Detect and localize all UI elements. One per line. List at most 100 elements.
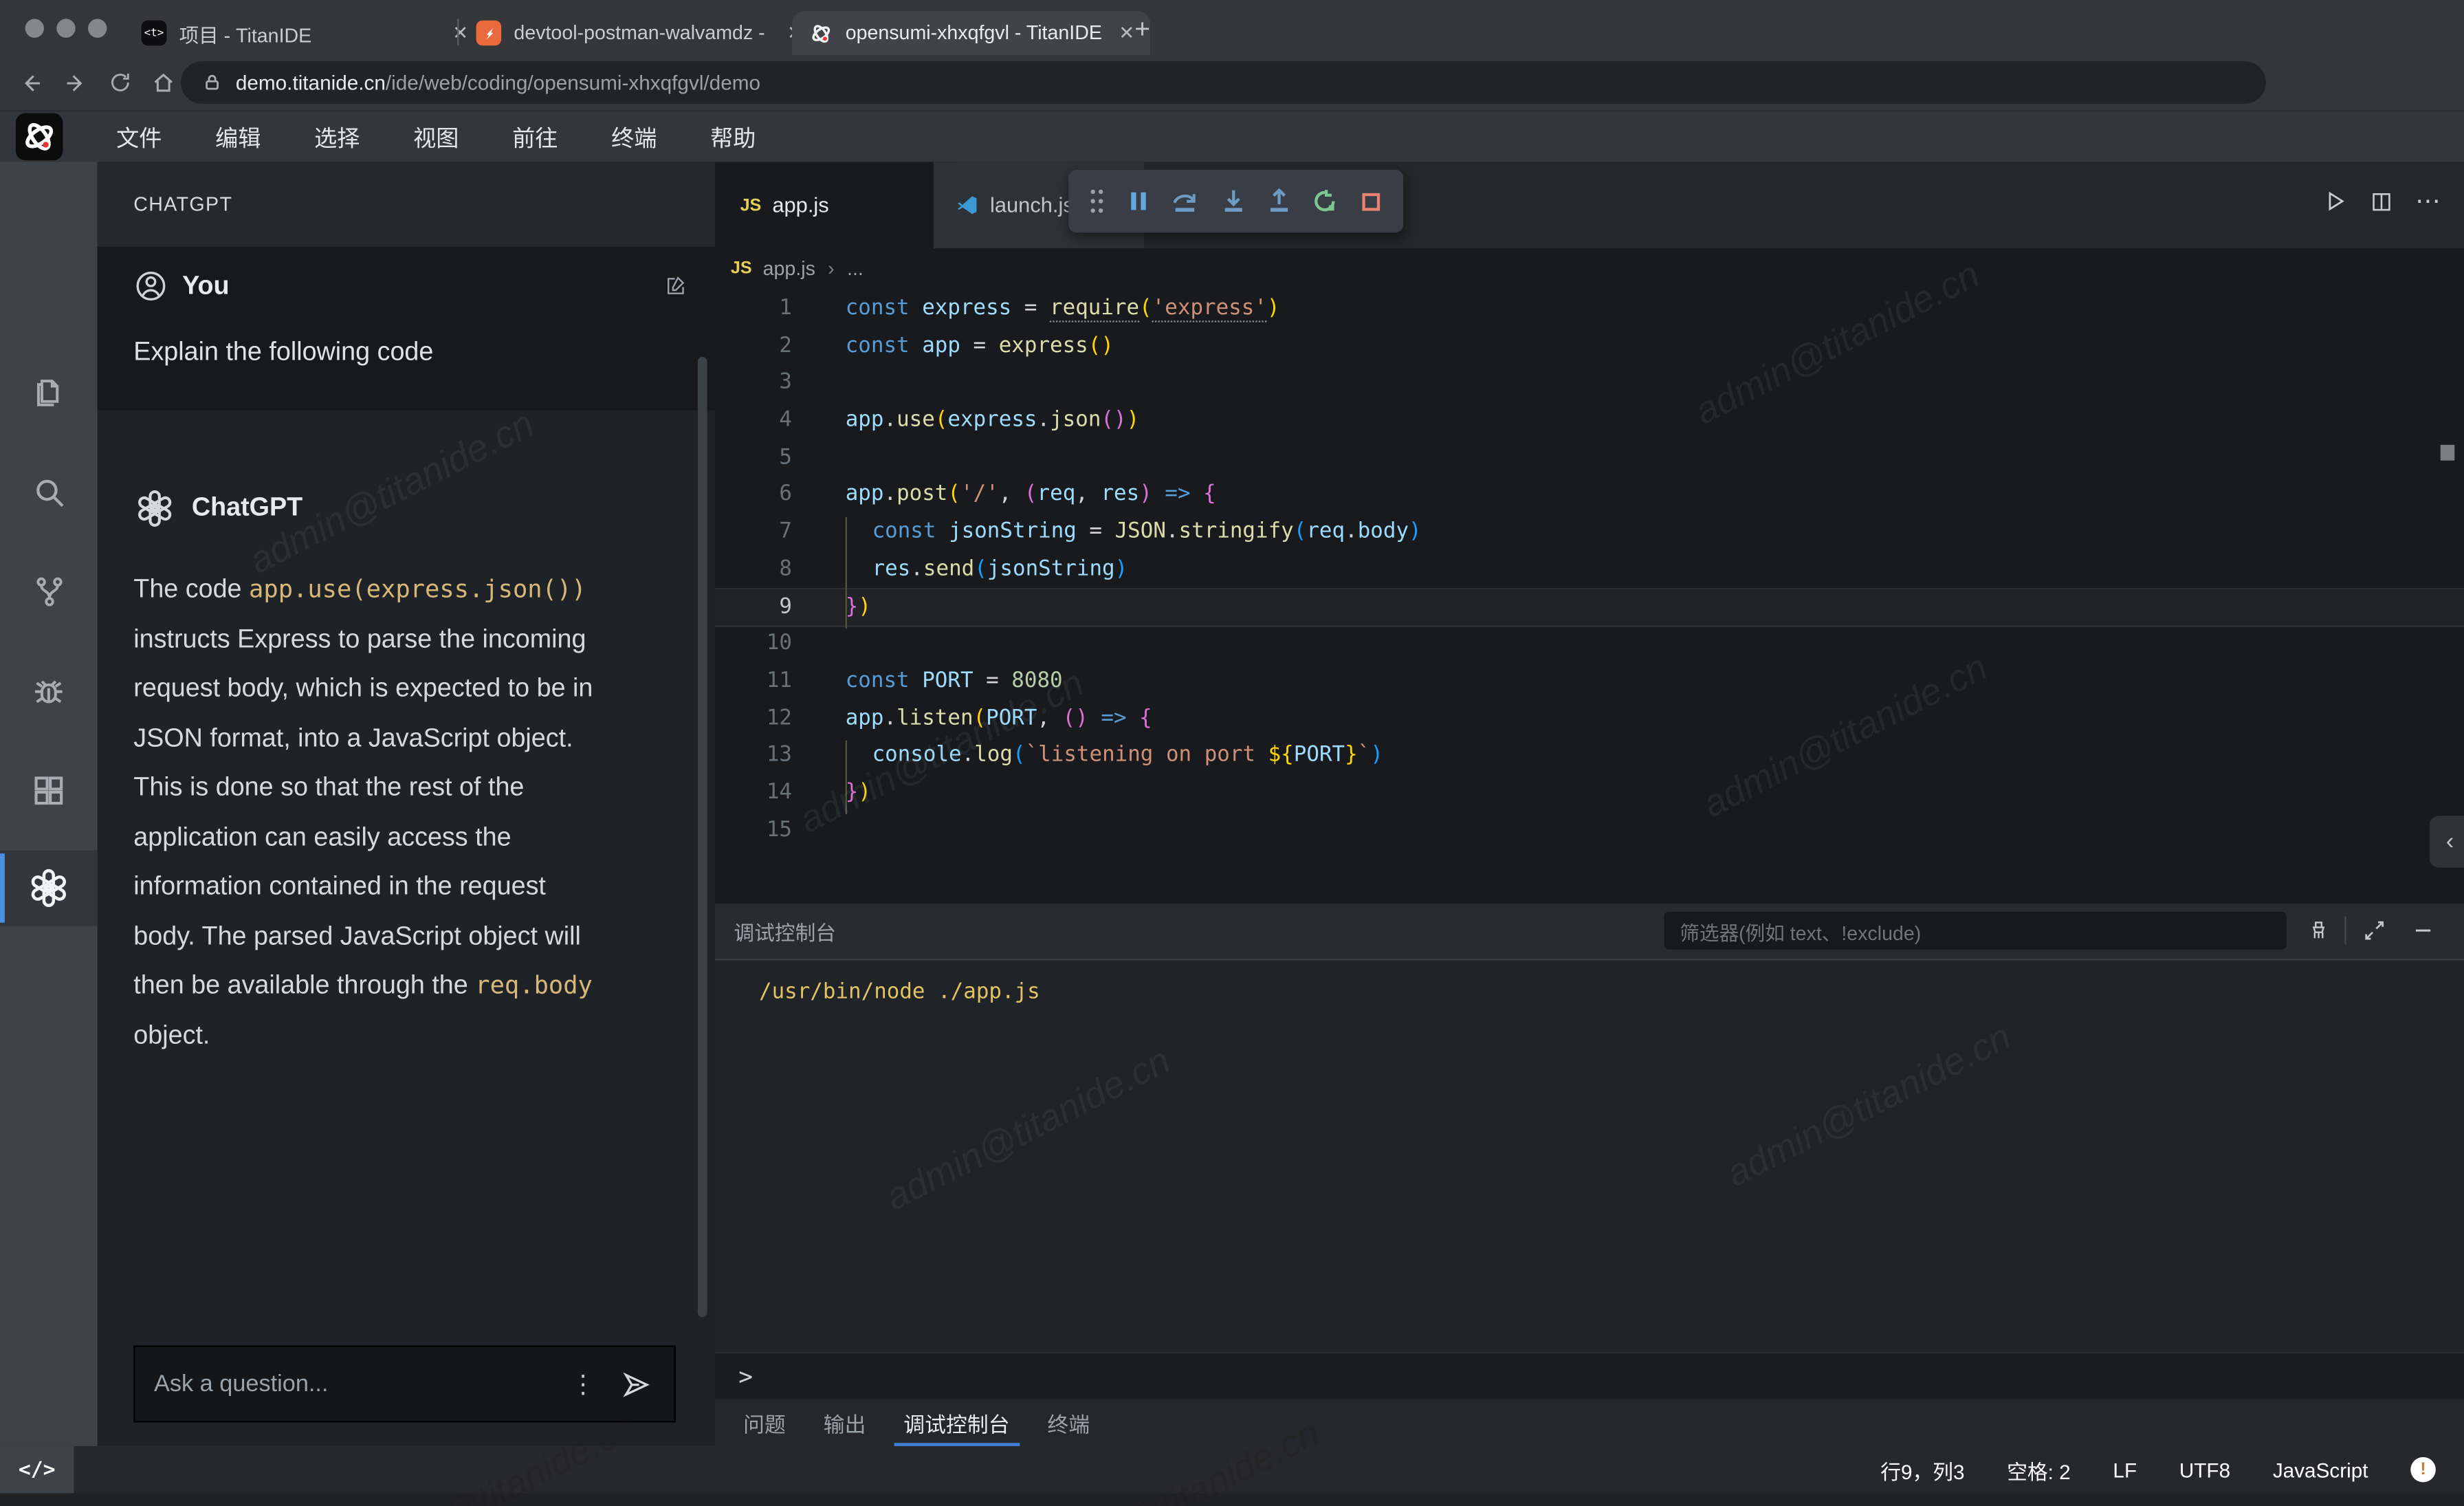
line-number: 7: [715, 514, 792, 552]
status-item[interactable]: 空格: 2: [2007, 1454, 2071, 1484]
debug-step-out-icon[interactable]: [1266, 188, 1292, 214]
breadcrumb-file[interactable]: app.js: [763, 257, 815, 279]
editor-tab-appjs[interactable]: JS app.js: [715, 162, 958, 248]
filter-placeholder: 筛选器(例如 text、!exclude): [1680, 915, 1921, 945]
line-number: 1: [715, 291, 792, 328]
menu-item[interactable]: 帮助: [710, 127, 756, 152]
code-line-4[interactable]: 4app.use(express.json()): [715, 402, 2464, 439]
status-item[interactable]: LF: [2113, 1458, 2137, 1481]
window-controls[interactable]: [25, 17, 120, 45]
right-panel-collapse-handle[interactable]: ‹: [2430, 816, 2464, 867]
split-editor-icon[interactable]: [2370, 189, 2393, 212]
bottom-panel-tabs: 问题输出调试控制台终端: [715, 1399, 2464, 1446]
titanide-logo-icon: [808, 21, 833, 46]
repl-prompt: >: [738, 1363, 753, 1391]
tab-title: opensumi-xhxqfgvl - TitanIDE: [846, 22, 1106, 44]
code-line-9[interactable]: 9}): [715, 589, 2464, 626]
answer-text: The code: [133, 576, 249, 604]
menu-item[interactable]: 文件: [116, 127, 162, 152]
status-bar: 行9，列3 空格: 2 LF UTF8 JavaScript !: [74, 1446, 2464, 1494]
code-line-8[interactable]: 8res.send(jsonString): [715, 552, 2464, 589]
menu-item[interactable]: 视图: [413, 127, 459, 152]
menu-item[interactable]: 编辑: [215, 127, 261, 152]
code-line-15[interactable]: 15: [715, 812, 2464, 849]
home-icon[interactable]: [142, 61, 186, 105]
editor-more-kebab-icon[interactable]: ⋯: [2415, 186, 2442, 217]
minimize-window-button[interactable]: [56, 19, 75, 37]
code-line-2[interactable]: 2const app = express(): [715, 328, 2464, 365]
debug-step-over-icon[interactable]: [1171, 188, 1199, 214]
notification-warning-icon[interactable]: !: [2410, 1457, 2436, 1483]
browser-tab-2[interactable]: devtool-postman-walvamdz - ✕: [461, 11, 819, 55]
code-line-7[interactable]: 7const jsonString = JSON.stringify(req.b…: [715, 514, 2464, 552]
clear-console-icon[interactable]: [2299, 912, 2337, 950]
panel-tab[interactable]: 终端: [1038, 1399, 1099, 1446]
console-repl-row[interactable]: >: [715, 1352, 2464, 1401]
debug-toolbar: [1068, 170, 1403, 232]
menu-item[interactable]: 选择: [314, 127, 360, 152]
code-line-3[interactable]: 3: [715, 365, 2464, 402]
breadcrumb-more[interactable]: ...: [847, 257, 864, 279]
editor-scrollbar-thumb[interactable]: [2441, 445, 2455, 461]
menu-item[interactable]: 终端: [611, 127, 657, 152]
forward-icon[interactable]: [54, 61, 98, 105]
assistant-answer-text: The code app.use(express.json()) instruc…: [133, 566, 608, 1061]
debug-bug-icon[interactable]: [0, 654, 98, 730]
code-line-12[interactable]: 12app.listen(PORT, () => {: [715, 700, 2464, 737]
debug-pause-icon[interactable]: [1126, 188, 1150, 214]
status-item[interactable]: 行9，列3: [1880, 1454, 1964, 1484]
tab-separator: [457, 19, 459, 45]
zoom-window-button[interactable]: [88, 19, 107, 37]
postman-icon: [476, 21, 502, 46]
panel-tab[interactable]: 输出: [814, 1399, 875, 1446]
browser-tab-active[interactable]: opensumi-xhxqfgvl - TitanIDE ✕: [792, 11, 1150, 55]
menu-item[interactable]: 前往: [512, 127, 558, 152]
code-line-1[interactable]: 1const express = require('express'): [715, 291, 2464, 328]
inline-code: app.use(express.json()): [249, 576, 586, 604]
edit-message-icon[interactable]: [665, 275, 687, 297]
ask-question-input[interactable]: Ask a question... ⋮: [133, 1346, 676, 1423]
status-item[interactable]: UTF8: [2179, 1458, 2230, 1481]
close-tab-icon[interactable]: ✕: [1119, 22, 1134, 44]
search-icon[interactable]: [0, 455, 98, 530]
minimize-panel-icon[interactable]: [2404, 912, 2442, 950]
code-line-13[interactable]: 13console.log(`listening on port ${PORT}…: [715, 738, 2464, 775]
reload-icon[interactable]: [98, 61, 142, 105]
code-line-10[interactable]: 10: [715, 626, 2464, 663]
chatgpt-sidebar-icon[interactable]: [0, 851, 98, 926]
explorer-files-icon[interactable]: [0, 356, 98, 431]
debug-step-into-icon[interactable]: [1220, 188, 1246, 214]
panel-tab[interactable]: 调试控制台: [894, 1399, 1020, 1446]
input-options-kebab-icon[interactable]: ⋮: [571, 1368, 596, 1400]
close-window-button[interactable]: [25, 19, 44, 37]
debug-stop-icon[interactable]: [1358, 189, 1382, 212]
titanide-logo[interactable]: [16, 113, 63, 161]
send-icon[interactable]: [621, 1368, 652, 1400]
code-line-14[interactable]: 14}): [715, 775, 2464, 812]
maximize-panel-icon[interactable]: [2355, 912, 2393, 950]
new-tab-button[interactable]: +: [1134, 14, 1150, 46]
console-output-line: /usr/bin/node ./app.js: [715, 961, 2464, 1005]
chat-scrollbar[interactable]: [698, 357, 707, 1318]
toolbar-grip-handle[interactable]: [1090, 188, 1106, 214]
openai-logo-icon: [133, 488, 176, 530]
run-play-icon[interactable]: [2322, 188, 2348, 214]
browser-tab-1[interactable]: <t> 项目 - TitanIDE ✕: [126, 11, 484, 55]
debug-console-output[interactable]: /usr/bin/node ./app.js: [715, 959, 2464, 1353]
titan-file-icon: <t>: [142, 21, 167, 46]
code-line-5[interactable]: 5: [715, 439, 2464, 477]
code-line-6[interactable]: 6app.post('/', (req, res) => {: [715, 477, 2464, 514]
url-field[interactable]: demo.titanide.cn/ide/web/coding/opensumi…: [181, 61, 2266, 104]
panel-tab[interactable]: 问题: [734, 1399, 795, 1446]
code-editor[interactable]: 1const express = require('express')2cons…: [715, 287, 2464, 904]
extensions-icon[interactable]: [0, 753, 98, 829]
source-control-icon[interactable]: [0, 554, 98, 629]
code-line-11[interactable]: 11const PORT = 8080: [715, 663, 2464, 700]
debug-restart-icon[interactable]: [1312, 188, 1338, 214]
line-number: 2: [715, 328, 792, 365]
breadcrumb[interactable]: JS app.js › ...: [715, 248, 2464, 287]
console-filter-input[interactable]: 筛选器(例如 text、!exclude): [1664, 912, 2287, 950]
status-item[interactable]: JavaScript: [2273, 1458, 2368, 1481]
status-code-toggle[interactable]: </>: [0, 1446, 74, 1494]
back-icon[interactable]: [10, 61, 54, 105]
